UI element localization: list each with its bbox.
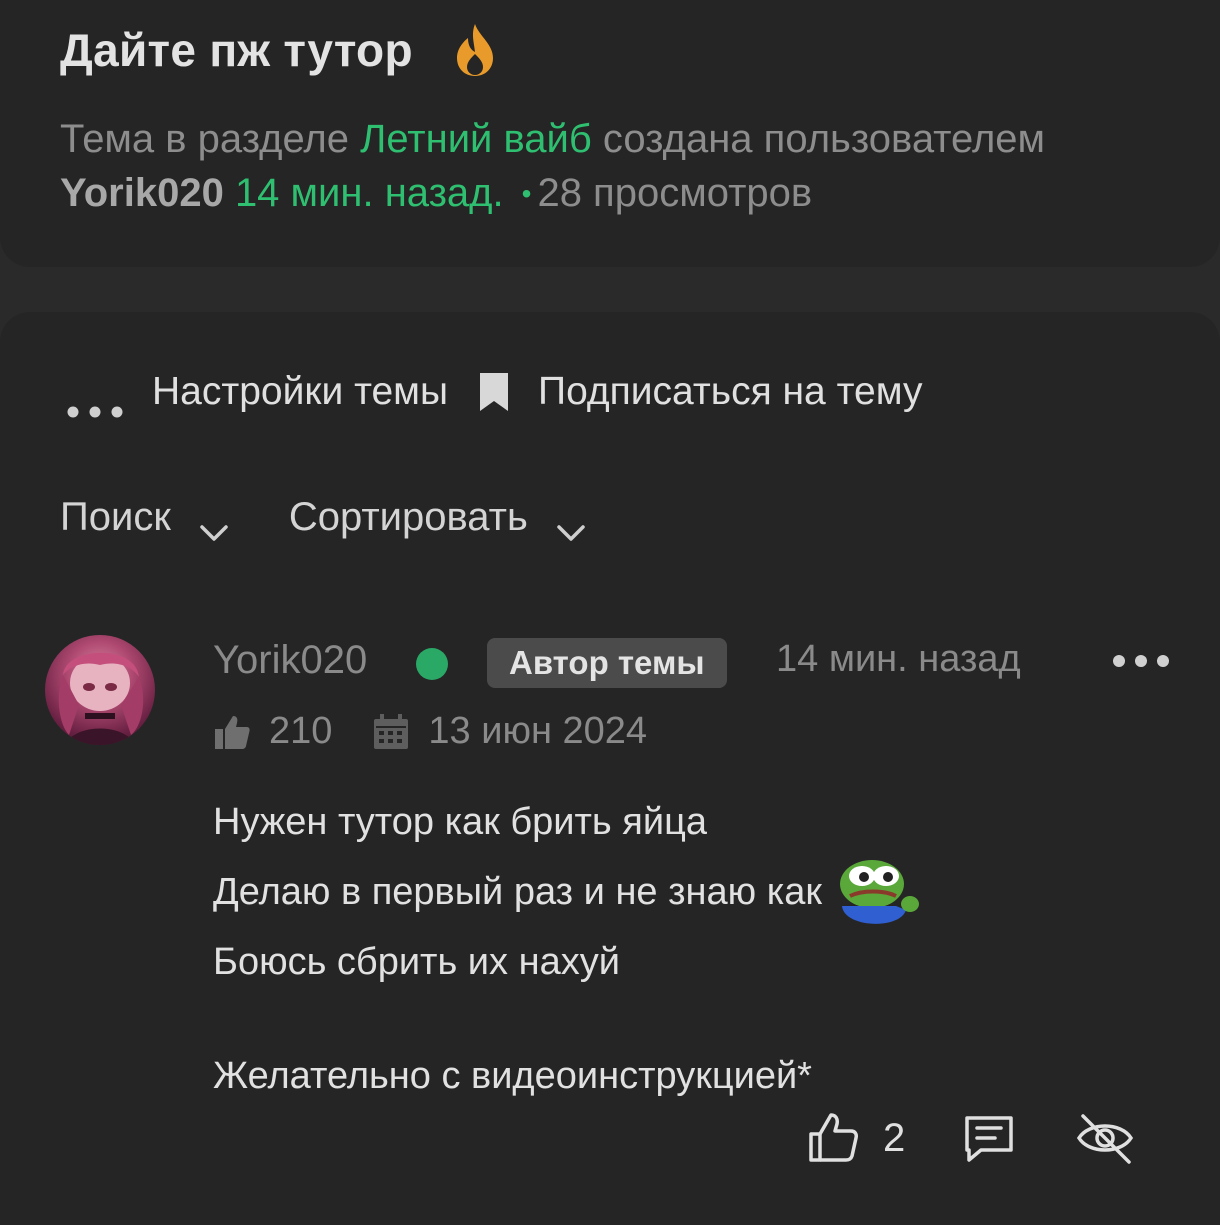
post-line: Делаю в первый раз и не знаю как [213,871,822,913]
meta-prefix: Тема в разделе [60,117,361,161]
post-line: Желательно с видеоинструкцией* [213,1055,812,1097]
sort-label: Сортировать [288,495,528,539]
pepe-emoji [836,854,922,930]
more-dots-icon[interactable] [1112,653,1170,669]
post-time[interactable]: 14 мин. назад [776,638,1021,681]
bookmark-icon [478,371,510,413]
like-icon[interactable] [805,1110,861,1166]
avatar[interactable] [45,635,155,745]
sort-dropdown[interactable]: Сортировать [288,495,586,541]
author-link[interactable]: Yorik020 [60,171,224,215]
post-line: Нужен тутор как брить яйца [213,801,707,843]
post-username[interactable]: Yorik020 [213,638,367,683]
registration-date: 13 июн 2024 [428,710,648,752]
calendar-icon [372,713,410,751]
post-line-with-emoji: Делаю в первый раз и не знаю как [213,854,922,930]
title-row: Дайте пж тутор [60,22,497,78]
separator-dot: • [521,178,532,209]
thread-settings-label: Настройки темы [152,370,449,413]
subscribe-label: Подписаться на тему [538,370,923,413]
created-time[interactable]: 14 мин. назад. [235,171,504,215]
thread-settings-button[interactable]: Настройки темы [66,370,449,418]
author-badge: Автор темы [487,638,727,688]
filters-bar: Поиск Сортировать [60,495,586,541]
search-label: Поиск [60,495,171,539]
post-actions: 2 [805,1110,1134,1166]
thread-title: Дайте пж тутор [60,24,413,76]
subscribe-button[interactable]: Подписаться на тему [448,370,922,414]
meta-mid: создана пользователем [591,117,1046,161]
chevron-down-icon [199,508,229,541]
thumbs-up-icon [213,713,251,751]
post-line: Боюсь сбрить их нахуй [213,941,620,983]
section-link[interactable]: Летний вайб [360,117,592,161]
search-dropdown[interactable]: Поиск [60,495,229,541]
post-body: Нужен тутор как брить яйца Делаю в первы… [213,790,922,1108]
like-count: 2 [883,1115,906,1160]
thread-header: Дайте пж тутор Тема в разделе Летний вай… [0,0,1220,267]
likes-total: 210 [269,710,333,752]
online-status-indicator [416,648,448,680]
chevron-down-icon [556,508,586,541]
thread-actions: Настройки темы Подписаться на тему [66,370,922,418]
more-dots-icon [66,385,124,418]
views-count: 28 просмотров [537,171,813,215]
thread-meta: Тема в разделе Летний вайб создана польз… [60,112,1180,221]
fire-icon [453,22,497,78]
reply-icon[interactable] [961,1110,1017,1166]
hide-icon[interactable] [1075,1110,1134,1166]
user-stats: 210 13 июн 2024 [213,710,647,753]
